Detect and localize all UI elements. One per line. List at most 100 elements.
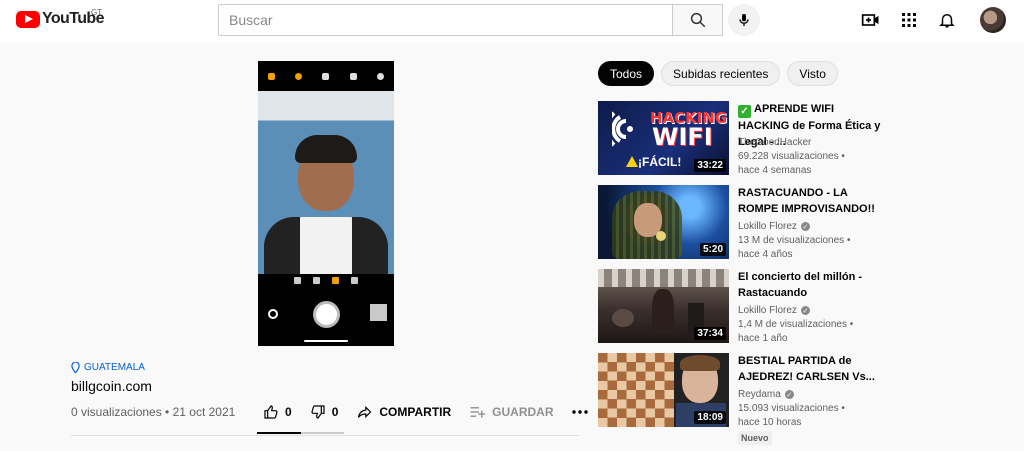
verified-badge-icon: ✓: [784, 390, 794, 399]
voice-search-button[interactable]: [728, 4, 760, 36]
share-label: COMPARTIR: [379, 405, 452, 419]
video-meta: 0 visualizaciones • 21 oct 2021: [71, 405, 236, 419]
channel-name[interactable]: Reydama ✓: [738, 389, 794, 400]
share-icon: [358, 405, 372, 419]
view-count: 69.228 visualizaciones •: [738, 151, 845, 162]
notifications-button[interactable]: [935, 8, 959, 32]
more-horizontal-icon: [571, 410, 588, 414]
verified-badge-icon: ✓: [800, 306, 810, 315]
apps-grid-icon: [902, 13, 916, 27]
recommendation-title[interactable]: RASTACUANDO - LA ROMPE IMPROVISANDO!!: [738, 185, 888, 217]
youtube-play-icon: [16, 10, 40, 28]
save-label: GUARDAR: [492, 405, 554, 419]
channel-name-text: TheGoodHacker: [738, 137, 812, 148]
more-actions-button[interactable]: [571, 410, 588, 414]
thumb-player-hair: [680, 355, 720, 371]
home-indicator: [304, 340, 348, 342]
playlist-add-icon: [470, 407, 486, 418]
camera-top-controls: [258, 61, 394, 91]
video-actions: 0 0 COMPARTIR GUARDAR: [263, 404, 606, 420]
thumb-performer: [652, 289, 674, 333]
save-button[interactable]: GUARDAR: [469, 405, 554, 419]
search-icon: [690, 12, 705, 28]
channel-name[interactable]: Lokillo Florez ✓: [738, 221, 810, 232]
mode-camera-icon: [332, 277, 339, 284]
recommendation-title[interactable]: El concierto del millón - Rastacuando: [738, 269, 888, 301]
like-ratio-fill: [257, 432, 301, 434]
shirt-sleeve-left: [264, 217, 300, 274]
thumbs-up-icon: [264, 405, 278, 419]
recommendation-item[interactable]: 18:09 BESTIAL PARTIDA de AJEDREZ! CARLSE…: [598, 353, 1018, 449]
video-thumbnail[interactable]: 5:20: [598, 185, 729, 259]
thumb-microphone: [656, 231, 666, 241]
thumb-text-wifi: WIFI: [652, 123, 713, 151]
like-ratio-bar: [257, 432, 344, 434]
like-button[interactable]: 0: [263, 404, 292, 420]
chip-visto[interactable]: Visto: [787, 61, 838, 86]
video-duration: 5:20: [699, 243, 726, 256]
search-input[interactable]: [218, 4, 673, 36]
view-count: 1,4 M de visualizaciones •: [738, 319, 854, 330]
like-count: 0: [285, 405, 292, 419]
avatar[interactable]: [980, 7, 1006, 33]
wifi-icon: [612, 111, 633, 147]
thumb-text-facil: ¡FÁCIL!: [638, 155, 682, 169]
shutter-icon: [313, 301, 340, 328]
thumb-chessboard: [598, 353, 674, 427]
mode-photo-icon: [313, 277, 320, 284]
chip-todos[interactable]: Todos: [598, 61, 655, 86]
camera-icon: [349, 72, 357, 80]
video-title: billgcoin.com: [71, 378, 152, 394]
location-link[interactable]: GUATEMALA: [71, 362, 145, 373]
filter-chips: Todos Subidas recientes Visto: [598, 61, 838, 86]
top-bar: YouTube GT: [0, 0, 1024, 42]
youtube-logo[interactable]: YouTube GT: [16, 8, 104, 28]
recommendation-item[interactable]: HACKING WIFI ¡FÁCIL! 33:22 ✓ APRENDE WIFI…: [598, 101, 1018, 177]
recommendation-item[interactable]: 37:34 El concierto del millón - Rastacua…: [598, 269, 1018, 345]
thumb-drums: [612, 309, 634, 327]
bell-icon: [939, 14, 955, 28]
settings-icon: [376, 72, 384, 80]
flip-camera-icon: [268, 309, 278, 319]
video-thumbnail[interactable]: 37:34: [598, 269, 729, 343]
chip-subidas-recientes[interactable]: Subidas recientes: [661, 61, 781, 86]
mode-grid-icon: [294, 277, 301, 284]
dislike-button[interactable]: 0: [310, 404, 339, 420]
recommendation-item[interactable]: 5:20 RASTACUANDO - LA ROMPE IMPROVISANDO…: [598, 185, 1018, 261]
apps-button[interactable]: [897, 8, 921, 32]
share-button[interactable]: COMPARTIR: [356, 404, 451, 420]
video-player[interactable]: [258, 61, 394, 346]
camera-modes: [258, 277, 394, 284]
flash-icon: [268, 72, 276, 80]
thumb-stage-lights: [598, 269, 729, 287]
channel-name-text: Reydama: [738, 389, 781, 400]
upload-age: hace 10 horas: [738, 417, 802, 428]
channel-name-text: Lokillo Florez: [738, 221, 797, 232]
create-button[interactable]: [859, 8, 883, 32]
channel-name[interactable]: TheGoodHacker: [738, 137, 811, 148]
video-duration: 37:34: [694, 327, 726, 340]
check-mark-icon: ✓: [738, 105, 751, 118]
channel-name[interactable]: Lokillo Florez ✓: [738, 305, 810, 316]
view-count: 13 M de visualizaciones •: [738, 235, 851, 246]
country-code: GT: [91, 8, 103, 17]
video-thumbnail[interactable]: HACKING WIFI ¡FÁCIL! 33:22: [598, 101, 729, 175]
location-pin-icon: [71, 362, 80, 373]
upload-age: hace 1 año: [738, 333, 788, 344]
create-video-icon: [861, 14, 879, 26]
person-hair: [295, 135, 357, 163]
recommendation-title[interactable]: BESTIAL PARTIDA de AJEDREZ! CARLSEN Vs..…: [738, 353, 888, 385]
divider: [71, 435, 579, 436]
mode-video-icon: [351, 277, 358, 284]
video-frame: [258, 91, 394, 274]
shirt-sleeve-right: [352, 217, 388, 274]
view-count: 15.093 visualizaciones •: [738, 403, 845, 414]
video-duration: 33:22: [694, 159, 726, 172]
search-button[interactable]: [672, 4, 723, 36]
upload-age: hace 4 años: [738, 249, 793, 260]
location-text: GUATEMALA: [84, 362, 145, 373]
video-thumbnail[interactable]: 18:09: [598, 353, 729, 427]
new-badge: Nuevo: [738, 431, 772, 445]
dislike-count: 0: [331, 405, 339, 419]
warning-icon: [626, 156, 638, 167]
